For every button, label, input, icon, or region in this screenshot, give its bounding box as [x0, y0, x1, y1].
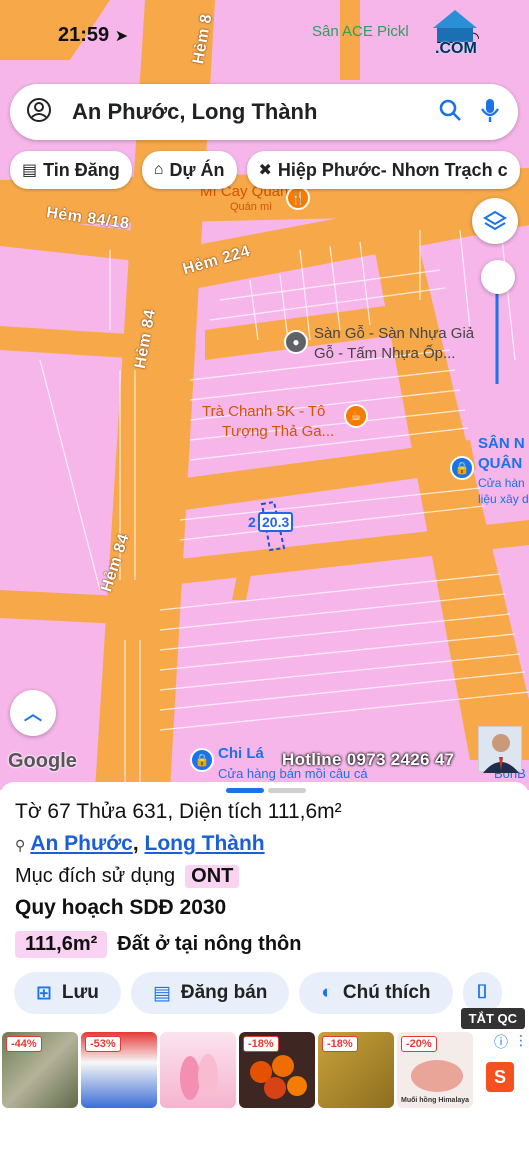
parcel-info-sheet: Tờ 67 Thửa 631, Diện tích 111,6m² ⚲ An P…: [0, 782, 529, 1152]
poi-san-go-line1[interactable]: Sàn Gỗ - Sàn Nhựa Giả: [314, 324, 474, 343]
search-query[interactable]: An Phước, Long Thành: [72, 99, 438, 125]
shop-pin-icon-chi-la[interactable]: 🔒: [190, 748, 214, 772]
chip-label: Hiệp Phước- Nhơn Trạch c: [277, 159, 508, 180]
chevron-up-icon: ︿: [24, 704, 42, 724]
poi-san-n-line1[interactable]: SÂN N: [478, 434, 525, 453]
location-link-an-phuoc[interactable]: An Phước: [30, 832, 132, 855]
status-time: 21:59 ➤: [58, 24, 129, 46]
agent-avatar: [478, 726, 522, 773]
listing-icon: ▤: [152, 982, 171, 1004]
poi-san-ace: Sân ACE Pickl: [312, 23, 409, 40]
plan-area-row: 111,6m² Đất ở tại nông thôn: [15, 931, 302, 958]
microphone-icon[interactable]: [480, 97, 500, 128]
hide-ads-button[interactable]: TẮT QC: [460, 1008, 525, 1029]
list-icon: ▤: [22, 162, 38, 179]
legend-button[interactable]: ◐ Chú thích: [299, 972, 453, 1014]
filter-chips: ▤ Tin Đăng ⌂ Dự Án ✖ Hiệp Phước- Nhơn Tr…: [10, 151, 520, 189]
search-bar[interactable]: An Phước, Long Thành: [10, 84, 518, 140]
poi-san-n-line4: liệu xây d: [478, 492, 529, 506]
ad-caption: Muối hồng Himalaya: [401, 1097, 470, 1104]
map-view[interactable]: Hẻm 84/18 Hẻm 224 Hẻm 84 Hẻm 84 Hẻm 8 Mì…: [0, 0, 529, 790]
layers-button[interactable]: [472, 198, 518, 244]
location-link-long-thanh[interactable]: Long Thành: [145, 832, 265, 855]
ad-item[interactable]: -18%: [318, 1032, 394, 1108]
ad-item[interactable]: -20% Muối hồng Himalaya: [397, 1032, 473, 1108]
poi-mi-cay-subtitle: Quán mì: [230, 201, 273, 213]
discount-badge: -18%: [243, 1036, 279, 1052]
location-separator: ,: [132, 832, 139, 855]
chip-tin-dang[interactable]: ▤ Tin Đăng: [10, 151, 132, 189]
poi-tra-chanh-line1[interactable]: Trà Chanh 5K - Tô: [202, 402, 325, 421]
post-listing-button-label: Đăng bán: [180, 982, 268, 1003]
action-buttons: ⊞ Lưu ▤ Đăng bán ◐ Chú thích ⌷: [14, 972, 502, 1014]
parcel-title: Tờ 67 Thửa 631, Diện tích 111,6m²: [15, 800, 342, 823]
legend-button-label: Chú thích: [342, 982, 431, 1003]
ad-item[interactable]: -18%: [239, 1032, 315, 1108]
save-button[interactable]: ⊞ Lưu: [14, 972, 121, 1014]
chip-du-an[interactable]: ⌂ Dự Án: [141, 151, 237, 189]
layers-icon: [483, 210, 507, 231]
cafe-pin-icon[interactable]: ☕: [344, 404, 368, 428]
plot-label-value: 20.3: [262, 514, 290, 530]
more-icon[interactable]: ⋮: [514, 1032, 528, 1049]
poi-chi-la[interactable]: Chi Lá: [218, 744, 264, 763]
shopee-ad[interactable]: ⓘ ⋮ S: [478, 1032, 528, 1108]
plan-title: Quy hoạch SDĐ 2030: [15, 896, 227, 919]
land-use-label: Mục đích sử dụng: [15, 865, 176, 887]
location-pin-icon: ⚲: [15, 837, 26, 853]
building-icon: ⌂: [153, 161, 164, 178]
plan-area-badge: 111,6m²: [15, 931, 108, 958]
ad-item[interactable]: -44%: [2, 1032, 78, 1108]
poi-san-go-line2[interactable]: Gỗ - Tấm Nhựa Ốp...: [314, 344, 455, 363]
contrast-icon: ◐: [321, 982, 333, 1003]
restaurant-pin-icon[interactable]: 🍴: [286, 186, 310, 210]
discount-badge: -44%: [6, 1036, 42, 1052]
plan-area-description: Đất ở tại nông thôn: [117, 933, 302, 955]
location-arrow-icon: ➤: [114, 28, 129, 45]
chip-label: Dự Án: [169, 159, 225, 180]
shop-pin-icon[interactable]: 🔒: [450, 456, 474, 480]
sheet-drag-handle[interactable]: [226, 788, 306, 793]
ad-item[interactable]: [160, 1032, 236, 1108]
info-icon[interactable]: ⓘ: [494, 1032, 508, 1052]
post-listing-button[interactable]: ▤ Đăng bán: [130, 972, 290, 1014]
ad-item[interactable]: -53%: [81, 1032, 157, 1108]
opacity-slider-handle[interactable]: [481, 260, 515, 294]
discount-badge: -20%: [401, 1036, 437, 1052]
search-icon[interactable]: [438, 98, 462, 127]
account-icon[interactable]: [26, 97, 52, 128]
land-use-code: ONT: [185, 865, 240, 888]
watermark-logo: .COM: [425, 4, 485, 60]
tools-icon: ✖: [258, 162, 272, 179]
land-use-row: Mục đích sử dụng ONT: [15, 865, 240, 888]
ad-banner[interactable]: -44% -53% -18% -18% -20% Muối hồng Himal…: [0, 1030, 529, 1114]
chip-label: Tin Đăng: [43, 159, 120, 180]
poi-tra-chanh-line2[interactable]: Tượng Thả Ga...: [222, 422, 334, 441]
bookmark-plus-icon: ⊞: [36, 982, 52, 1004]
place-pin-icon[interactable]: ●: [284, 330, 308, 354]
plot-label-prefix: 2: [248, 514, 256, 530]
parcel-location: ⚲ An Phước, Long Thành: [15, 832, 265, 856]
expand-up-button[interactable]: ︿: [10, 690, 56, 736]
discount-badge: -53%: [85, 1036, 121, 1052]
hotline-watermark: Hotline 0973 2426 47: [282, 750, 455, 769]
plot-area-label[interactable]: 2 20.3: [248, 512, 294, 532]
poi-san-n-line2[interactable]: QUÂN: [478, 454, 522, 473]
watermark-com: .COM: [435, 40, 477, 57]
save-button-label: Lưu: [61, 982, 99, 1003]
camera-icon: ⌷: [476, 982, 488, 1003]
chip-hiep-phuoc[interactable]: ✖ Hiệp Phước- Nhơn Trạch c: [246, 151, 520, 189]
discount-badge: -18%: [322, 1036, 358, 1052]
google-logo: Google: [8, 750, 77, 772]
shopee-icon: S: [486, 1062, 514, 1092]
